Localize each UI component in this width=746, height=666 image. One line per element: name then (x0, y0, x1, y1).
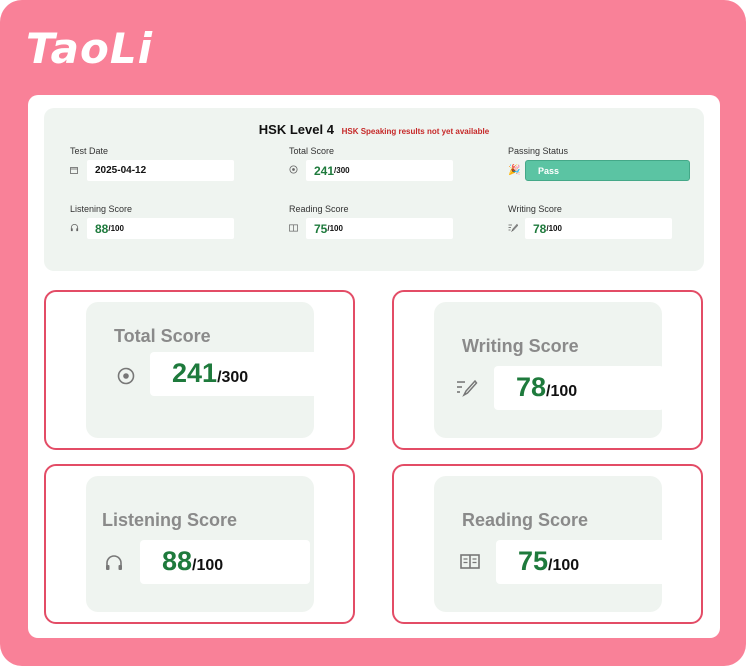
results-card: HSK Level 4 HSK Speaking results not yet… (28, 95, 720, 638)
zoom-writing-label: Writing Score (462, 336, 579, 356)
calendar-icon (70, 166, 87, 176)
zoom-total-max: /300 (217, 369, 249, 386)
zoom-total-value: 241/300 (150, 352, 320, 396)
total-score-value: 241/300 (306, 160, 453, 181)
zoom-total-score: Total Score 241/300 (44, 290, 355, 450)
zoom-listening-max: /100 (192, 557, 224, 574)
pencil-icon (508, 223, 525, 234)
reading-score-max: /100 (327, 224, 343, 233)
party-popper-icon: 🎉 (508, 165, 521, 176)
pass-badge: Pass (525, 160, 690, 181)
zoom-reading-number: 75 (518, 546, 549, 576)
total-score-max: /300 (334, 166, 350, 175)
total-score-label: Total Score (289, 146, 335, 156)
zoom-writing-value: 78/100 (494, 366, 664, 410)
zoom-listening-score: Listening Score 88/100 (44, 464, 355, 624)
zoom-listening-number: 88 (162, 546, 193, 576)
zoom-writing-max: /100 (546, 383, 578, 400)
zoom-writing-score: Writing Score 78/100 (392, 290, 703, 450)
taoli-logo: TaoLi (26, 24, 154, 73)
zoom-total-number: 241 (172, 358, 218, 388)
zoom-total-label: Total Score (114, 326, 211, 346)
listening-score-max: /100 (108, 224, 124, 233)
reading-score-value: 75/100 (306, 218, 453, 239)
headphones-icon (70, 223, 87, 234)
zoom-listening-value: 88/100 (140, 540, 310, 584)
reading-score-number: 75 (314, 221, 328, 236)
zoom-reading-max: /100 (548, 557, 580, 574)
zoom-writing-number: 78 (516, 372, 547, 402)
writing-score-label: Writing Score (508, 204, 562, 214)
writing-score-field: Writing Score 78/100 (508, 204, 698, 239)
zoom-listening-label: Listening Score (102, 510, 238, 530)
book-icon (289, 223, 306, 234)
zoom-reading-label: Reading Score (462, 510, 589, 530)
listening-score-field: Listening Score 88/100 (70, 204, 260, 239)
listening-score-label: Listening Score (70, 204, 133, 214)
reading-score-field: Reading Score 75/100 (289, 204, 479, 239)
zoom-reading-value: 75/100 (496, 540, 666, 584)
passing-status-label: Passing Status (508, 146, 569, 156)
hsk-summary-panel: HSK Level 4 HSK Speaking results not yet… (44, 108, 704, 271)
headphones-icon (104, 554, 124, 574)
total-score-number: 241 (314, 163, 335, 178)
speaking-notice: HSK Speaking results not yet available (341, 127, 490, 136)
summary-heading: HSK Level 4 HSK Speaking results not yet… (44, 122, 704, 137)
writing-score-value: 78/100 (525, 218, 672, 239)
zoom-reading-score: Reading Score 75/100 (392, 464, 703, 624)
total-score-field: Total Score 241/300 (289, 146, 479, 181)
passing-status-field: Passing Status 🎉 Pass (508, 146, 698, 181)
exam-title: HSK Level 4 (258, 122, 334, 137)
target-icon (289, 165, 306, 176)
writing-score-max: /100 (546, 224, 562, 233)
target-icon (116, 366, 136, 386)
book-icon (460, 554, 480, 574)
test-date-value: 2025-04-12 (87, 160, 234, 181)
reading-score-label: Reading Score (289, 204, 349, 214)
test-date-label: Test Date (70, 146, 109, 156)
pencil-icon (456, 378, 478, 398)
listening-score-number: 88 (95, 221, 109, 236)
writing-score-number: 78 (533, 221, 547, 236)
app-frame: TaoLi HSK Level 4 HSK Speaking results n… (0, 0, 746, 666)
test-date-field: Test Date 2025-04-12 (70, 146, 260, 181)
listening-score-value: 88/100 (87, 218, 234, 239)
